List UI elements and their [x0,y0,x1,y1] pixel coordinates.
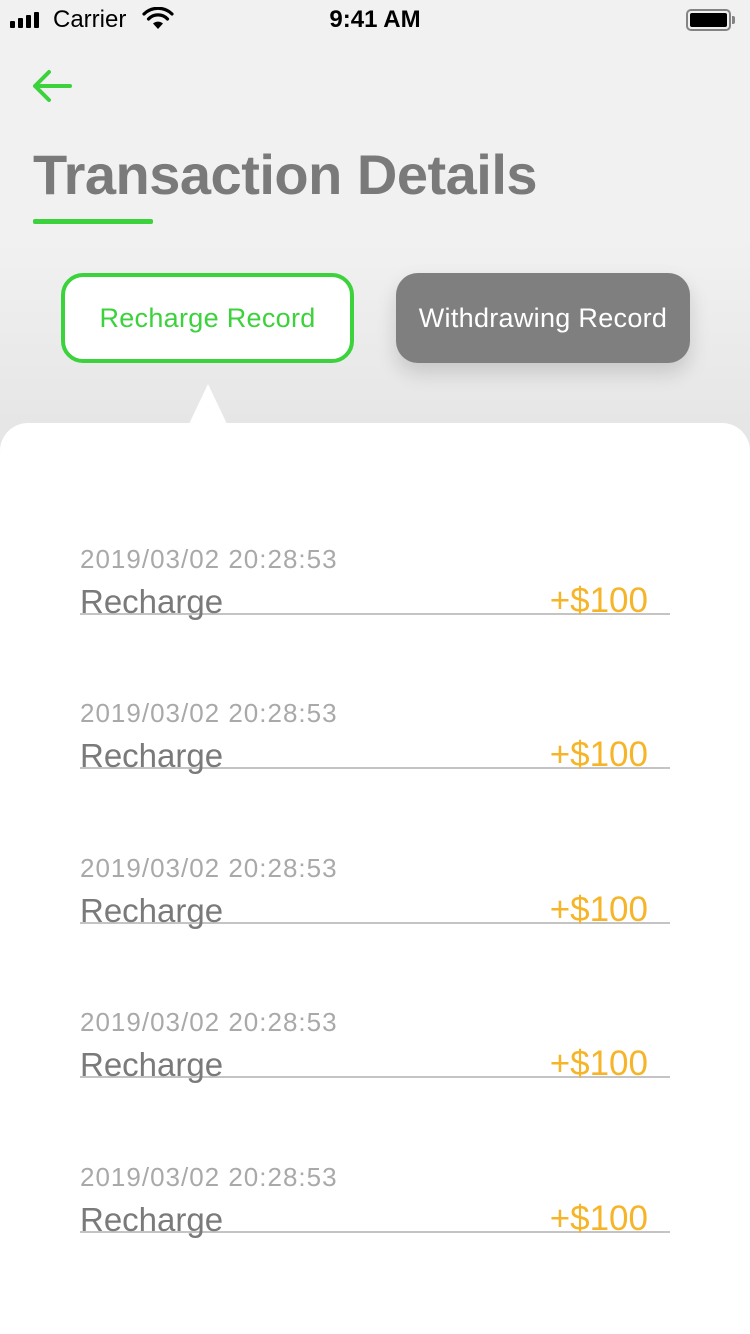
record-type: Recharge [80,1201,224,1238]
clock: 9:41 AM [329,6,421,33]
record-timestamp: 2019/03/02 20:28:53 [80,853,338,883]
title-underline [33,219,153,224]
record-timestamp: 2019/03/02 20:28:53 [80,1162,338,1192]
battery-icon [686,9,736,31]
record-timestamp: 2019/03/02 20:28:53 [80,544,338,574]
records-card: 2019/03/02 20:28:53 Recharge +$100 2019/… [0,423,750,1334]
active-tab-pointer [189,384,227,424]
list-item[interactable]: 2019/03/02 20:28:53 Recharge +$100 [80,1078,670,1238]
record-timestamp: 2019/03/02 20:28:53 [80,698,338,728]
record-timestamp: 2019/03/02 20:28:53 [80,1007,338,1037]
arrow-left-icon [33,70,72,102]
list-item[interactable]: 2019/03/02 20:28:53 Recharge +$100 [80,923,670,1083]
status-bar: Carrier 9:41 AM [0,0,750,40]
list-item[interactable]: 2019/03/02 20:28:53 Recharge +$100 [80,769,670,929]
list-item[interactable]: 2019/03/02 20:28:53 Recharge +$100 [80,614,670,774]
page-title: Transaction Details [33,143,538,206]
back-button[interactable] [28,62,76,110]
tab-recharge-record[interactable]: Recharge Record [61,273,354,363]
list-item[interactable]: 2019/03/02 20:28:53 Recharge +$100 [80,460,670,620]
record-amount: +$100 [549,1199,648,1238]
tab-withdrawing-record[interactable]: Withdrawing Record [396,273,690,363]
